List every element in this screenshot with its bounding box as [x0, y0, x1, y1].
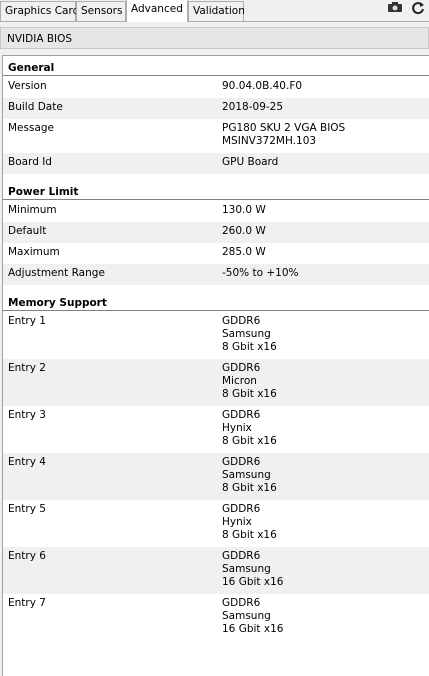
row-value: GDDR6 Samsung 8 Gbit x16 [222, 315, 277, 354]
row-value-line: GDDR6 [222, 456, 261, 468]
details-panel: General Version 90.04.0B.40.F0 Build Date 20… [2, 55, 429, 676]
table-row: Board Id GPU Board [3, 153, 429, 174]
row-value-line: 8 Gbit x16 [222, 482, 277, 494]
row-label: Build Date [8, 101, 63, 113]
tab-divider [0, 21, 429, 22]
table-row: Entry 2 GDDR6 Micron 8 Gbit x16 [3, 359, 429, 406]
table-row: Entry 7 GDDR6 Samsung 16 Gbit x16 [3, 594, 429, 641]
tab-bar: Graphics Card Sensors Advanced Validatio… [0, 0, 429, 22]
table-row: Build Date 2018-09-25 [3, 98, 429, 119]
row-value: 260.0 W [222, 225, 266, 238]
row-value: 2018-09-25 [222, 101, 283, 114]
row-value-line: 2018-09-25 [222, 101, 284, 113]
row-value-line: 8 Gbit x16 [222, 529, 277, 541]
row-value: GDDR6 Samsung 8 Gbit x16 [222, 456, 277, 495]
row-label: Entry 3 [8, 409, 46, 421]
row-value-line: Hynix [222, 422, 252, 434]
row-value-line: 8 Gbit x16 [222, 435, 277, 447]
row-value-line: Hynix [222, 516, 252, 528]
row-label: Adjustment Range [8, 267, 105, 279]
row-value-line: 130.0 W [222, 204, 266, 216]
row-label: Entry 1 [8, 315, 46, 327]
row-value: 90.04.0B.40.F0 [222, 80, 302, 93]
table-row: Entry 3 GDDR6 Hynix 8 Gbit x16 [3, 406, 429, 453]
section-header-power: Power Limit [3, 180, 429, 200]
row-value-line: GDDR6 [222, 550, 261, 562]
row-value-line: GDDR6 [222, 597, 261, 609]
row-label: Entry 5 [8, 503, 46, 515]
row-label: Entry 6 [8, 550, 46, 562]
tab-advanced[interactable]: Advanced [126, 0, 188, 22]
row-value-line: GDDR6 [222, 315, 261, 327]
row-label: Board Id [8, 156, 52, 168]
row-value-line: GDDR6 [222, 409, 261, 421]
row-label: Entry 2 [8, 362, 46, 374]
row-label: Entry 7 [8, 597, 46, 609]
row-value-line: 16 Gbit x16 [222, 576, 284, 588]
row-label: Message [8, 122, 55, 134]
row-value-line: 16 Gbit x16 [222, 623, 284, 635]
tab-graphics-card[interactable]: Graphics Card [0, 1, 79, 21]
table-row: Minimum 130.0 W [3, 201, 429, 222]
tab-validation[interactable]: Validation [188, 1, 245, 21]
row-value: -50% to +10% [222, 267, 298, 280]
row-value-line: 8 Gbit x16 [222, 341, 277, 353]
table-row: Version 90.04.0B.40.F0 [3, 77, 429, 98]
row-value-line: Samsung [222, 328, 271, 340]
row-label: Maximum [8, 246, 60, 258]
row-value-line: -50% to +10% [222, 267, 299, 279]
row-value: GDDR6 Hynix 8 Gbit x16 [222, 503, 277, 542]
row-value-line: MSINV372MH.103 [222, 135, 317, 147]
bios-dropdown-value: NVIDIA BIOS [7, 33, 73, 45]
table-row: Entry 6 GDDR6 Samsung 16 Gbit x16 [3, 547, 429, 594]
row-value: 285.0 W [222, 246, 266, 259]
row-label: Entry 4 [8, 456, 46, 468]
refresh-icon[interactable] [410, 1, 426, 15]
bios-dropdown[interactable]: NVIDIA BIOS [0, 27, 429, 49]
row-value-line: Samsung [222, 610, 271, 622]
row-value-line: Samsung [222, 469, 271, 481]
table-row: Adjustment Range -50% to +10% [3, 264, 429, 285]
row-value-line: 260.0 W [222, 225, 266, 237]
row-value-line: PG180 SKU 2 VGA BIOS [222, 122, 346, 134]
row-value-line: 90.04.0B.40.F0 [222, 80, 303, 92]
row-value-line: 285.0 W [222, 246, 266, 258]
table-row: Entry 4 GDDR6 Samsung 8 Gbit x16 [3, 453, 429, 500]
row-value: GPU Board [222, 156, 278, 169]
row-label: Minimum [8, 204, 57, 216]
row-value-line: 8 Gbit x16 [222, 388, 277, 400]
row-value: 130.0 W [222, 204, 266, 217]
row-value-line: Micron [222, 375, 257, 387]
row-value: GDDR6 Samsung 16 Gbit x16 [222, 597, 283, 636]
table-row: Default 260.0 W [3, 222, 429, 243]
section-header-memory: Memory Support [3, 291, 429, 311]
section-header-general: General [3, 56, 429, 76]
row-label: Default [8, 225, 47, 237]
row-value-line: GDDR6 [222, 503, 261, 515]
row-value-line: GDDR6 [222, 362, 261, 374]
table-row: Message PG180 SKU 2 VGA BIOS MSINV372MH.10… [3, 119, 429, 153]
camera-icon[interactable] [387, 1, 403, 15]
tab-sensors[interactable]: Sensors [76, 1, 126, 21]
row-value-line: Samsung [222, 563, 271, 575]
row-label: Version [8, 80, 47, 92]
table-row: Maximum 285.0 W [3, 243, 429, 264]
row-value: PG180 SKU 2 VGA BIOS MSINV372MH.103 [222, 122, 345, 148]
row-value-line: GPU Board [222, 156, 279, 168]
table-row: Entry 1 GDDR6 Samsung 8 Gbit x16 [3, 312, 429, 359]
row-value: GDDR6 Samsung 16 Gbit x16 [222, 550, 283, 589]
row-value: GDDR6 Micron 8 Gbit x16 [222, 362, 277, 401]
table-row: Entry 5 GDDR6 Hynix 8 Gbit x16 [3, 500, 429, 547]
row-value: GDDR6 Hynix 8 Gbit x16 [222, 409, 277, 448]
